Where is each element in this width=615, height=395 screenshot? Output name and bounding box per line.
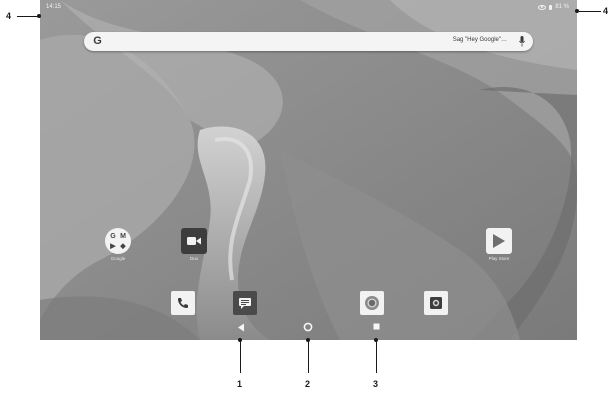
play-store-icon[interactable] xyxy=(486,228,512,254)
message-bubble-icon xyxy=(239,298,251,309)
callout-1: 1 xyxy=(237,379,243,389)
callout-dot-4-left xyxy=(37,14,41,18)
callout-line-4-right xyxy=(579,11,601,12)
play-store-label: Play Store xyxy=(488,256,510,261)
search-placeholder[interactable]: Sag "Hey Google"… xyxy=(453,37,507,43)
chrome-icon[interactable] xyxy=(360,291,384,315)
microphone-icon[interactable] xyxy=(519,36,525,47)
battery-icon xyxy=(549,4,553,10)
wallpaper xyxy=(40,0,577,340)
callout-2: 2 xyxy=(305,379,311,389)
navigation-bar xyxy=(40,318,577,340)
phone-icon[interactable] xyxy=(171,291,195,315)
duo-label: Duo xyxy=(189,256,199,261)
home-button[interactable] xyxy=(303,322,313,332)
play-store-app[interactable]: Play Store xyxy=(479,228,519,261)
camera-icon[interactable] xyxy=(424,291,448,315)
google-folder[interactable]: G M ▶ ◆ Google xyxy=(98,228,138,261)
play-triangle-icon xyxy=(493,234,505,248)
callout-4-left: 4 xyxy=(6,11,12,21)
messages-icon[interactable] xyxy=(233,291,257,315)
duo-app[interactable]: Duo xyxy=(174,228,214,261)
chrome-logo-icon xyxy=(365,296,379,310)
callout-line-4-left xyxy=(17,16,38,17)
status-bar: 14:15 81 % xyxy=(40,0,577,14)
google-mini-icon: G xyxy=(110,232,116,240)
youtube-mini-icon: ▶ xyxy=(110,243,116,250)
eye-icon xyxy=(538,4,547,10)
duo-icon[interactable] xyxy=(181,228,207,254)
gmail-mini-icon: M xyxy=(120,232,126,240)
status-icons: 81 % xyxy=(538,4,569,10)
video-camera-icon xyxy=(187,237,201,245)
google-folder-label: Google xyxy=(110,256,126,261)
phone-handset-icon xyxy=(178,298,188,308)
tablet-screen: 14:15 81 % G Sag "Hey Google"… G M ▶ ◆ G… xyxy=(40,0,577,340)
callout-line-3 xyxy=(376,340,377,373)
battery-percentage: 81 % xyxy=(555,4,569,10)
google-g-icon[interactable]: G xyxy=(90,34,105,49)
callout-line-2 xyxy=(308,340,309,373)
recents-button[interactable] xyxy=(373,323,380,330)
google-folder-icon[interactable]: G M ▶ ◆ xyxy=(105,228,131,254)
callout-line-1 xyxy=(240,340,241,373)
back-button[interactable] xyxy=(237,323,245,332)
clock-time: 14:15 xyxy=(46,4,62,10)
google-search-bar[interactable]: G Sag "Hey Google"… xyxy=(84,32,533,51)
callout-3: 3 xyxy=(373,379,379,389)
drive-mini-icon: ◆ xyxy=(120,243,126,250)
camera-lens-icon xyxy=(430,297,442,309)
callout-4-right: 4 xyxy=(603,6,609,16)
